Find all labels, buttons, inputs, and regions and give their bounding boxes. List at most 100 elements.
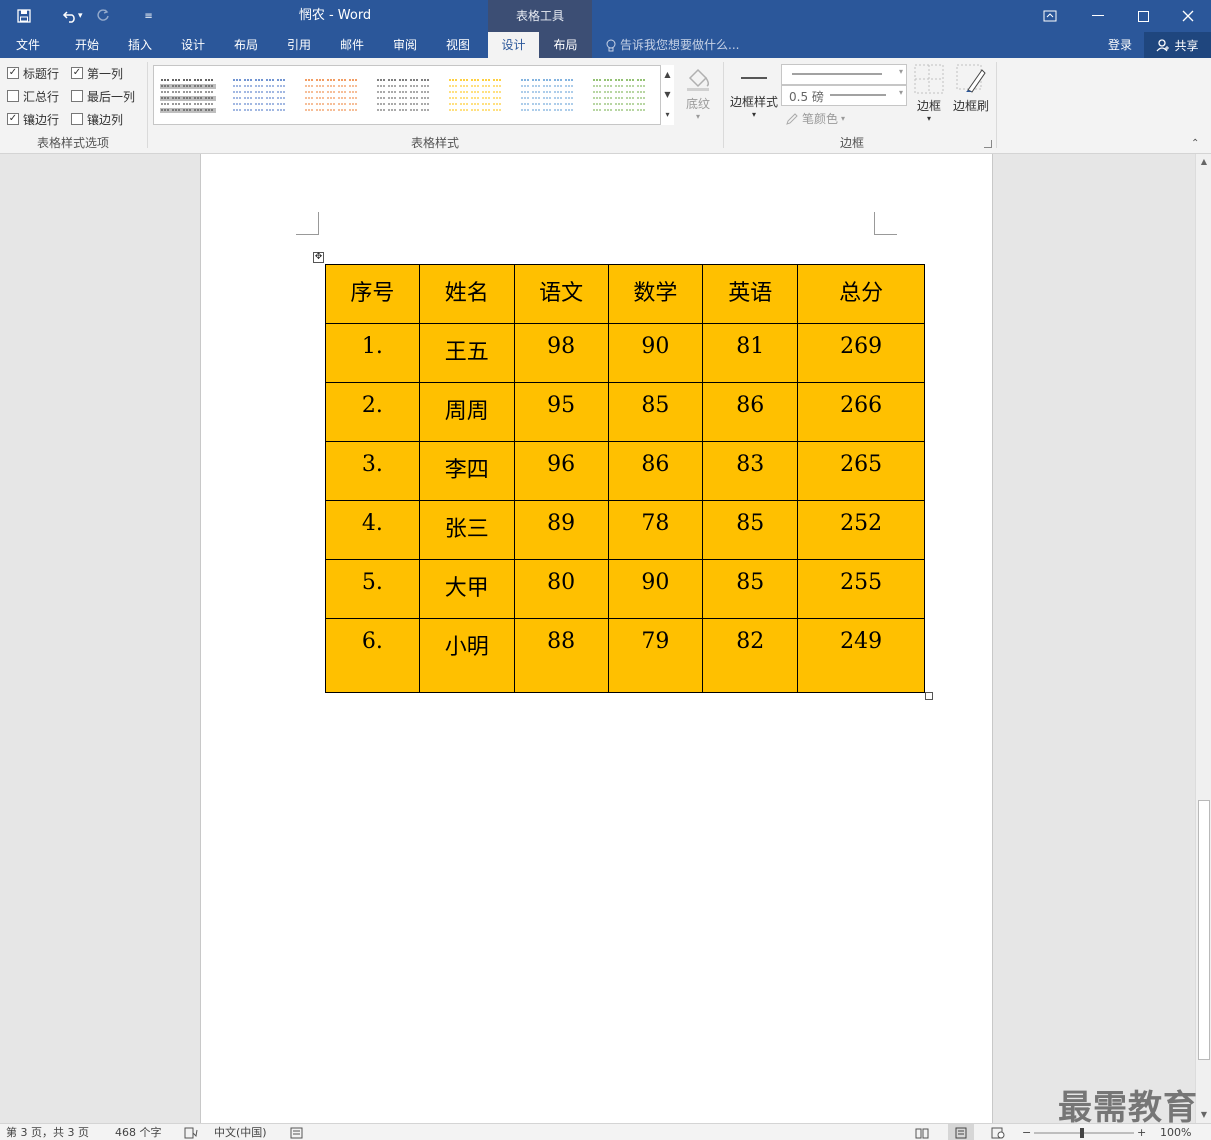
table-row[interactable]: 6. 小明 88 79 82 249 [325,618,925,693]
option-header-row[interactable]: ✓ 标题行 [7,65,59,81]
option-banded-rows[interactable]: ✓ 镶边行 [7,111,59,127]
tell-me-box[interactable]: 告诉我您想要做什么... [606,32,739,58]
login-link[interactable]: 登录 [1108,32,1132,58]
table-cell[interactable]: 2. [325,382,420,442]
table-cell[interactable]: 80 [513,559,609,619]
tab-table-layout[interactable]: 布局 [539,32,592,58]
table-cell[interactable]: 张三 [418,500,515,560]
table-cell[interactable]: 96 [513,441,609,501]
tab-insert[interactable]: 插入 [116,32,164,58]
table-cell[interactable]: 249 [797,618,925,693]
table-cell[interactable]: 79 [607,618,704,693]
table-resize-handle[interactable] [925,692,933,700]
table-cell[interactable]: 王五 [418,323,515,383]
tab-review[interactable]: 审阅 [380,32,430,58]
page-count[interactable]: 第 3 页，共 3 页 [6,1124,89,1140]
table-cell[interactable]: 78 [607,500,704,560]
table-cell[interactable]: 90 [607,559,704,619]
table-cell[interactable]: 李四 [418,441,515,501]
option-total-row[interactable]: 汇总行 [7,88,59,104]
table-cell[interactable]: 81 [702,323,799,383]
table-style-thumb[interactable] [592,78,648,114]
table-row[interactable]: 3. 李四 96 86 83 265 [325,441,925,501]
language-indicator[interactable]: 中文(中国) [214,1124,267,1140]
table-cell[interactable]: 255 [797,559,925,619]
web-layout-icon[interactable] [991,1124,1005,1140]
macro-icon[interactable] [290,1124,303,1140]
table-style-thumb[interactable] [520,78,576,114]
tab-references[interactable]: 引用 [274,32,324,58]
table-cell[interactable]: 85 [702,559,799,619]
close-icon[interactable] [1165,0,1211,32]
table-cell[interactable]: 1. [325,323,420,383]
table-header-row[interactable]: 序号 姓名 语文 数学 英语 总分 [325,264,925,324]
table-cell[interactable]: 83 [702,441,799,501]
minimize-icon[interactable] [1075,0,1121,32]
collapse-ribbon-icon[interactable]: ⌃ [1191,138,1199,149]
table-cell[interactable]: 6. [325,618,420,693]
border-styles-button[interactable]: 边框样式 ▾ [728,66,780,119]
table-row[interactable]: 5. 大甲 80 90 85 255 [325,559,925,619]
tab-mailings[interactable]: 邮件 [327,32,377,58]
share-button[interactable]: 共享 [1144,32,1211,58]
table-cell[interactable]: 95 [513,382,609,442]
table-cell[interactable]: 85 [702,500,799,560]
table-cell[interactable]: 姓名 [418,264,515,324]
tab-file[interactable]: 文件 [0,32,56,58]
dialog-launcher-icon[interactable] [984,140,992,148]
proofing-icon[interactable] [184,1124,198,1140]
gallery-more-icon[interactable]: ▾ [660,105,674,125]
borders-button[interactable]: 边框 ▾ [912,64,946,123]
table-cell[interactable]: 85 [607,382,704,442]
table-style-thumb[interactable] [304,78,360,114]
table-cell[interactable]: 98 [513,323,609,383]
table-cell[interactable]: 88 [513,618,609,693]
word-count[interactable]: 468 个字 [115,1124,162,1140]
scroll-down-icon[interactable]: ▼ [1196,1107,1211,1123]
table-cell[interactable]: 89 [513,500,609,560]
table-style-thumb[interactable] [232,78,288,114]
tab-home[interactable]: 开始 [62,32,112,58]
table-cell[interactable]: 语文 [513,264,609,324]
table-cell[interactable]: 86 [607,441,704,501]
table-cell[interactable]: 序号 [325,264,420,324]
maximize-icon[interactable] [1120,0,1166,32]
option-banded-columns[interactable]: 镶边列 [71,111,123,127]
border-painter-button[interactable]: 边框刷 [950,64,992,114]
scrollbar-thumb[interactable] [1198,800,1210,1060]
tab-design[interactable]: 设计 [168,32,218,58]
table-cell[interactable]: 总分 [797,264,925,324]
option-last-column[interactable]: 最后一列 [71,88,135,104]
option-first-column[interactable]: ✓ 第一列 [71,65,123,81]
ribbon-display-options-icon[interactable] [1027,0,1073,32]
gallery-scroll-up-icon[interactable]: ▲ [660,65,674,85]
table-cell[interactable]: 82 [702,618,799,693]
table-cell[interactable]: 86 [702,382,799,442]
table-cell[interactable]: 3. [325,441,420,501]
read-mode-icon[interactable] [915,1124,929,1140]
table-cell[interactable]: 266 [797,382,925,442]
line-style-select[interactable]: ▾ [781,64,907,85]
table-cell[interactable]: 4. [325,500,420,560]
table-row[interactable]: 1. 王五 98 90 81 269 [325,323,925,383]
table-cell[interactable]: 数学 [607,264,704,324]
line-weight-select[interactable]: 0.5 磅 ▾ [781,85,907,106]
vertical-scrollbar[interactable]: ▲ ▼ [1195,154,1211,1123]
table-row[interactable]: 4. 张三 89 78 85 252 [325,500,925,560]
table-cell[interactable]: 265 [797,441,925,501]
score-table[interactable]: 序号 姓名 语文 数学 英语 总分 1. 王五 98 90 81 269 2. 周周 95 85 86 266 3.… [325,264,925,693]
table-cell[interactable]: 周周 [418,382,515,442]
tab-view[interactable]: 视图 [433,32,483,58]
table-cell[interactable]: 小明 [418,618,515,693]
table-cell[interactable]: 269 [797,323,925,383]
table-cell[interactable]: 252 [797,500,925,560]
table-cell[interactable]: 大甲 [418,559,515,619]
table-row[interactable]: 2. 周周 95 85 86 266 [325,382,925,442]
tab-table-design[interactable]: 设计 [488,32,539,58]
zoom-out-icon[interactable]: − [1022,1124,1031,1140]
table-cell[interactable]: 5. [325,559,420,619]
table-style-thumb[interactable] [160,78,216,114]
table-cell[interactable]: 90 [607,323,704,383]
print-layout-icon[interactable] [948,1124,974,1140]
table-style-thumb[interactable] [376,78,432,114]
